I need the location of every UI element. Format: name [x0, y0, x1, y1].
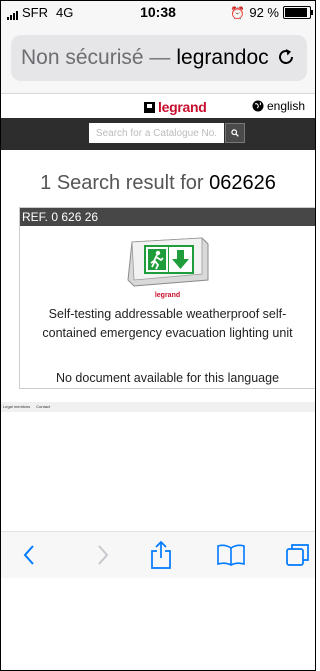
legal-mentions-link[interactable]: Legal mentions — [3, 404, 30, 409]
emergency-exit-sign-icon — [126, 237, 208, 287]
forward-icon — [98, 545, 109, 565]
share-icon — [151, 540, 171, 569]
legrand-logo[interactable]: legrand — [144, 99, 207, 115]
result-heading: 1 Search result for 062626 — [1, 172, 315, 195]
page-content: legrand english 1 Search result for — [1, 94, 315, 670]
product-brand-label: legrand — [154, 292, 181, 299]
address-bar[interactable]: Non sécurisé — legrandoc — [11, 35, 307, 81]
reload-button[interactable] — [273, 43, 299, 71]
status-bar: SFR 4G 10:38 ⏰ 92 % — [1, 1, 315, 23]
no-document-message: No document available for this language — [55, 371, 280, 385]
reload-icon — [279, 49, 293, 64]
tabs-icon — [286, 544, 309, 566]
forward-button[interactable] — [88, 540, 118, 570]
battery-icon — [283, 6, 313, 19]
url-domain: legrandoc — [176, 46, 269, 69]
site-footer: Legal mentions Contact — [1, 402, 315, 412]
browser-address-area: Non sécurisé — legrandoc — [1, 23, 315, 94]
result-card[interactable]: REF. 0 626 26 legrand Self-testing addre… — [19, 207, 315, 389]
catalogue-search-input[interactable] — [89, 123, 224, 143]
bookmarks-icon — [217, 544, 245, 566]
logo-text: legrand — [158, 99, 207, 115]
search-button[interactable] — [225, 123, 245, 143]
language-label: english — [266, 99, 305, 113]
alarm-icon: ⏰ — [230, 5, 246, 20]
search-bar — [1, 118, 315, 150]
back-button[interactable] — [14, 540, 44, 570]
tabs-button[interactable] — [283, 540, 313, 570]
logo-mark — [144, 101, 155, 113]
back-icon — [23, 545, 34, 565]
result-count: 1 — [40, 172, 52, 194]
battery-percent: 92 % — [249, 5, 279, 20]
phone-screen: SFR 4G 10:38 ⏰ 92 % Non sécurisé — legra… — [0, 0, 316, 671]
product-image[interactable] — [118, 234, 218, 290]
globe-icon — [252, 100, 264, 112]
result-text: Search result for — [56, 172, 204, 194]
site-header: legrand english — [1, 94, 315, 118]
share-button[interactable] — [146, 540, 176, 570]
status-right: ⏰ 92 % — [230, 5, 313, 20]
language-selector[interactable]: english — [252, 99, 305, 113]
product-description: Self-testing addressable weatherproof se… — [42, 307, 293, 340]
search-icon — [231, 129, 239, 137]
security-label: Non sécurisé — — [21, 46, 171, 69]
product-reference: REF. 0 626 26 — [20, 208, 315, 226]
browser-toolbar — [1, 531, 315, 578]
contact-link[interactable]: Contact — [36, 404, 50, 409]
result-query: 062626 — [209, 172, 276, 194]
bookmarks-button[interactable] — [216, 540, 246, 570]
